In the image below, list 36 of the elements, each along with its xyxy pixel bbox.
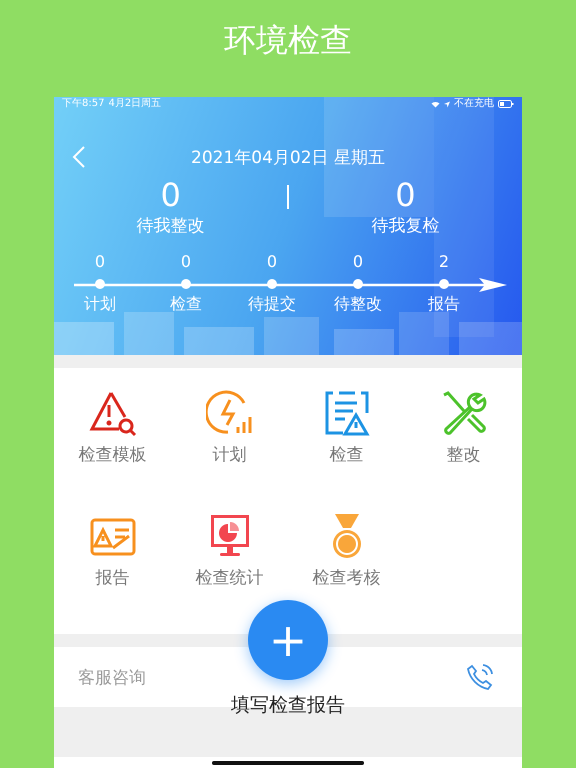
header-date: 2021年04月02日 星期五 <box>191 146 385 168</box>
step-dot <box>353 279 363 289</box>
pending-count: 0 <box>160 177 181 213</box>
add-report-label: 填写检查报告 <box>230 693 346 718</box>
step-label: 待提交 <box>248 293 296 315</box>
pending-count: 0 <box>395 177 416 213</box>
menu-item[interactable]: 计划 <box>171 383 288 506</box>
step-dot <box>95 279 105 289</box>
step-dot <box>439 279 449 289</box>
status-time: 下午8:57 <box>62 98 104 110</box>
step-count: 2 <box>438 251 450 273</box>
phone-icon[interactable] <box>466 663 494 691</box>
step-count: 0 <box>94 251 106 273</box>
menu-item[interactable]: 报告 <box>54 506 171 629</box>
pending-label: 待我整改 <box>136 215 205 238</box>
service-label: 客服咨询 <box>78 666 146 688</box>
back-icon[interactable] <box>72 145 86 169</box>
step-count: 0 <box>352 251 364 273</box>
step-label: 计划 <box>84 293 116 315</box>
step-dot <box>267 279 277 289</box>
page-title: 环境检查 <box>224 20 352 60</box>
menu-item[interactable]: 检查模板 <box>54 383 171 506</box>
battery-icon <box>498 100 514 108</box>
step-label: 检查 <box>170 293 202 315</box>
step-dot <box>181 279 191 289</box>
menu-item[interactable]: 检查 <box>288 383 405 506</box>
step-label: 报告 <box>428 293 460 315</box>
step-count: 0 <box>180 251 192 273</box>
menu-item[interactable]: 整改 <box>405 383 522 506</box>
status-date: 4月2日周五 <box>108 98 162 110</box>
wifi-icon <box>431 100 440 108</box>
pending-label: 待我复检 <box>371 215 440 238</box>
charging-status: 不在充电 <box>454 98 494 110</box>
step-label: 待整改 <box>334 293 382 315</box>
location-icon <box>444 100 450 108</box>
step-count: 0 <box>266 251 278 273</box>
